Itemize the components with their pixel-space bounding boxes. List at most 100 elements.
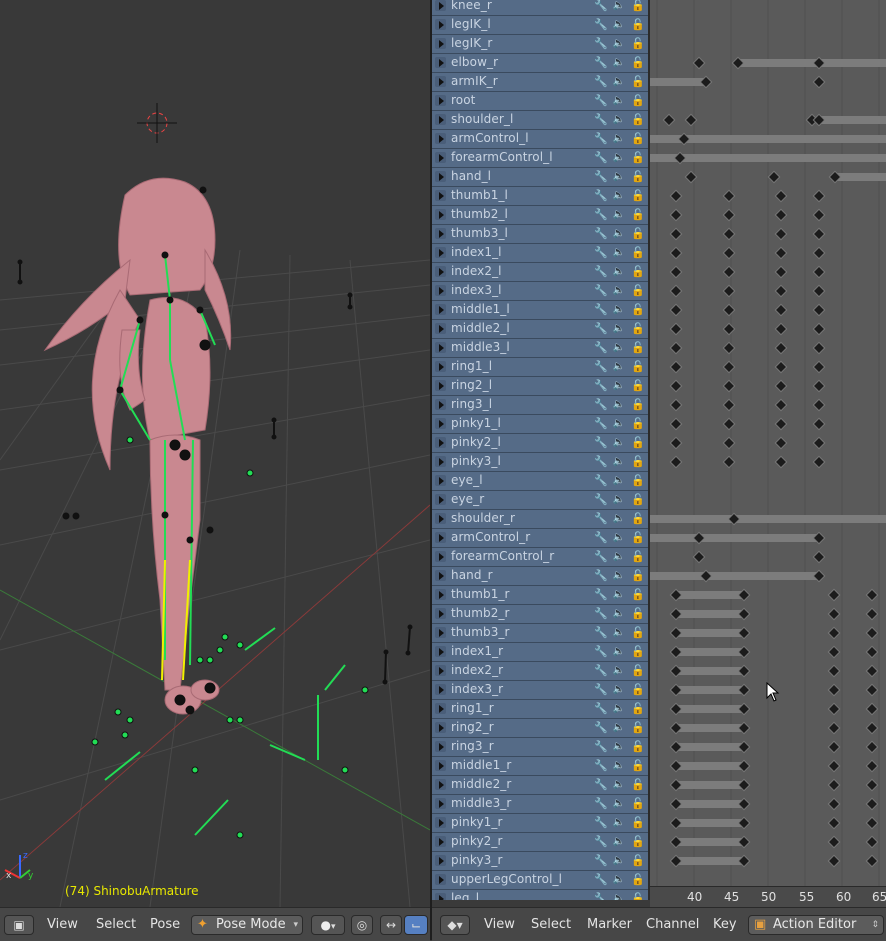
speaker-icon[interactable]: 🔈 — [612, 151, 626, 165]
keyframe-marker[interactable] — [669, 341, 683, 355]
keyframe-marker[interactable] — [865, 721, 879, 735]
keyframe-marker[interactable] — [669, 284, 683, 298]
mode-dropdown[interactable]: ✦ Pose Mode ▾ — [191, 915, 303, 935]
keyframe-marker[interactable] — [812, 398, 826, 412]
wrench-icon[interactable]: 🔧 — [594, 797, 608, 811]
speaker-icon[interactable]: 🔈 — [612, 227, 626, 241]
wrench-icon[interactable]: 🔧 — [594, 303, 608, 317]
keyframe-marker[interactable] — [722, 227, 736, 241]
channel-row[interactable]: ring3_l 🔧 🔈 🔓 — [432, 396, 648, 415]
frame-ruler[interactable]: 40 45 50 55 60 65 — [650, 886, 886, 908]
speaker-icon[interactable]: 🔈 — [612, 208, 626, 222]
wrench-icon[interactable]: 🔧 — [594, 626, 608, 640]
channel-row[interactable]: middle3_r 🔧 🔈 🔓 — [432, 795, 648, 814]
channel-list[interactable]: knee_r 🔧 🔈 🔓 legIK_l 🔧 🔈 🔓 legIK_r 🔧 🔈 🔓 elbow_r 🔧 🔈 🔓 a… — [432, 0, 650, 900]
keyframe-marker[interactable] — [774, 189, 788, 203]
keyframe-marker[interactable] — [865, 854, 879, 868]
expand-triangle-icon[interactable] — [435, 532, 446, 543]
keyframe-marker[interactable] — [812, 455, 826, 469]
lock-icon[interactable]: 🔓 — [631, 113, 645, 127]
keyframe-marker[interactable] — [722, 417, 736, 431]
dopesheet-area[interactable] — [650, 0, 886, 886]
speaker-icon[interactable]: 🔈 — [612, 873, 626, 887]
channel-row[interactable]: index3_r 🔧 🔈 🔓 — [432, 681, 648, 700]
expand-triangle-icon[interactable] — [435, 855, 446, 866]
keyframe-marker[interactable] — [865, 607, 879, 621]
expand-triangle-icon[interactable] — [435, 627, 446, 638]
keyframe-marker[interactable] — [827, 854, 841, 868]
expand-triangle-icon[interactable] — [435, 76, 446, 87]
wrench-icon[interactable]: 🔧 — [594, 588, 608, 602]
lock-icon[interactable]: 🔓 — [631, 892, 645, 900]
channel-row[interactable]: index2_r 🔧 🔈 🔓 — [432, 662, 648, 681]
keyframe-marker[interactable] — [722, 284, 736, 298]
keyframe-marker[interactable] — [827, 778, 841, 792]
channel-row[interactable]: hand_r 🔧 🔈 🔓 — [432, 567, 648, 586]
menu-key[interactable]: Key — [713, 915, 737, 935]
channel-row[interactable]: thumb1_r 🔧 🔈 🔓 — [432, 586, 648, 605]
keyframe-marker[interactable] — [692, 56, 706, 70]
keyframe-marker[interactable] — [684, 170, 698, 184]
expand-triangle-icon[interactable] — [435, 361, 446, 372]
speaker-icon[interactable]: 🔈 — [612, 816, 626, 830]
speaker-icon[interactable]: 🔈 — [612, 56, 626, 70]
editor-mode-dropdown[interactable]: ▣ Action Editor ⇕ — [748, 915, 884, 935]
channel-row[interactable]: ring2_l 🔧 🔈 🔓 — [432, 377, 648, 396]
speaker-icon[interactable]: 🔈 — [612, 132, 626, 146]
speaker-icon[interactable]: 🔈 — [612, 531, 626, 545]
expand-triangle-icon[interactable] — [435, 114, 446, 125]
lock-icon[interactable]: 🔓 — [631, 778, 645, 792]
lock-icon[interactable]: 🔓 — [631, 474, 645, 488]
lock-icon[interactable]: 🔓 — [631, 664, 645, 678]
keyframe-marker[interactable] — [827, 683, 841, 697]
lock-icon[interactable]: 🔓 — [631, 835, 645, 849]
expand-triangle-icon[interactable] — [435, 171, 446, 182]
lock-icon[interactable]: 🔓 — [631, 341, 645, 355]
wrench-icon[interactable]: 🔧 — [594, 892, 608, 900]
keyframe-marker[interactable] — [722, 322, 736, 336]
keyframe-marker[interactable] — [669, 246, 683, 260]
channel-row[interactable]: thumb2_l 🔧 🔈 🔓 — [432, 206, 648, 225]
lock-icon[interactable]: 🔓 — [631, 588, 645, 602]
keyframe-marker[interactable] — [812, 303, 826, 317]
lock-icon[interactable]: 🔓 — [631, 607, 645, 621]
keyframe-marker[interactable] — [722, 341, 736, 355]
speaker-icon[interactable]: 🔈 — [612, 683, 626, 697]
channel-row[interactable]: index1_r 🔧 🔈 🔓 — [432, 643, 648, 662]
expand-triangle-icon[interactable] — [435, 57, 446, 68]
channel-row[interactable]: thumb1_l 🔧 🔈 🔓 — [432, 187, 648, 206]
lock-icon[interactable]: 🔓 — [631, 379, 645, 393]
lock-icon[interactable]: 🔓 — [631, 854, 645, 868]
keyframe-marker[interactable] — [774, 398, 788, 412]
keyframe-marker[interactable] — [774, 265, 788, 279]
channel-row[interactable]: middle2_l 🔧 🔈 🔓 — [432, 320, 648, 339]
expand-triangle-icon[interactable] — [435, 494, 446, 505]
expand-triangle-icon[interactable] — [435, 228, 446, 239]
keyframe-marker[interactable] — [865, 835, 879, 849]
channel-row[interactable]: knee_r 🔧 🔈 🔓 — [432, 0, 648, 16]
keyframe-marker[interactable] — [827, 702, 841, 716]
keyframe-marker[interactable] — [812, 417, 826, 431]
channel-row[interactable]: legIK_r 🔧 🔈 🔓 — [432, 35, 648, 54]
channel-row[interactable]: root 🔧 🔈 🔓 — [432, 92, 648, 111]
keyframe-marker[interactable] — [669, 360, 683, 374]
lock-icon[interactable]: 🔓 — [631, 740, 645, 754]
keyframe-marker[interactable] — [767, 170, 781, 184]
keyframe-marker[interactable] — [669, 303, 683, 317]
keyframe-marker[interactable] — [669, 455, 683, 469]
speaker-icon[interactable]: 🔈 — [612, 892, 626, 900]
channel-row[interactable]: thumb3_r 🔧 🔈 🔓 — [432, 624, 648, 643]
lock-icon[interactable]: 🔓 — [631, 265, 645, 279]
speaker-icon[interactable]: 🔈 — [612, 493, 626, 507]
lock-icon[interactable]: 🔓 — [631, 816, 645, 830]
keyframe-marker[interactable] — [774, 227, 788, 241]
menu-select-dopesheet[interactable]: Select — [531, 915, 571, 935]
expand-triangle-icon[interactable] — [435, 874, 446, 885]
menu-marker[interactable]: Marker — [587, 915, 632, 935]
expand-triangle-icon[interactable] — [435, 247, 446, 258]
keyframe-marker[interactable] — [827, 607, 841, 621]
speaker-icon[interactable]: 🔈 — [612, 379, 626, 393]
expand-triangle-icon[interactable] — [435, 266, 446, 277]
wrench-icon[interactable]: 🔧 — [594, 189, 608, 203]
lock-icon[interactable]: 🔓 — [631, 626, 645, 640]
